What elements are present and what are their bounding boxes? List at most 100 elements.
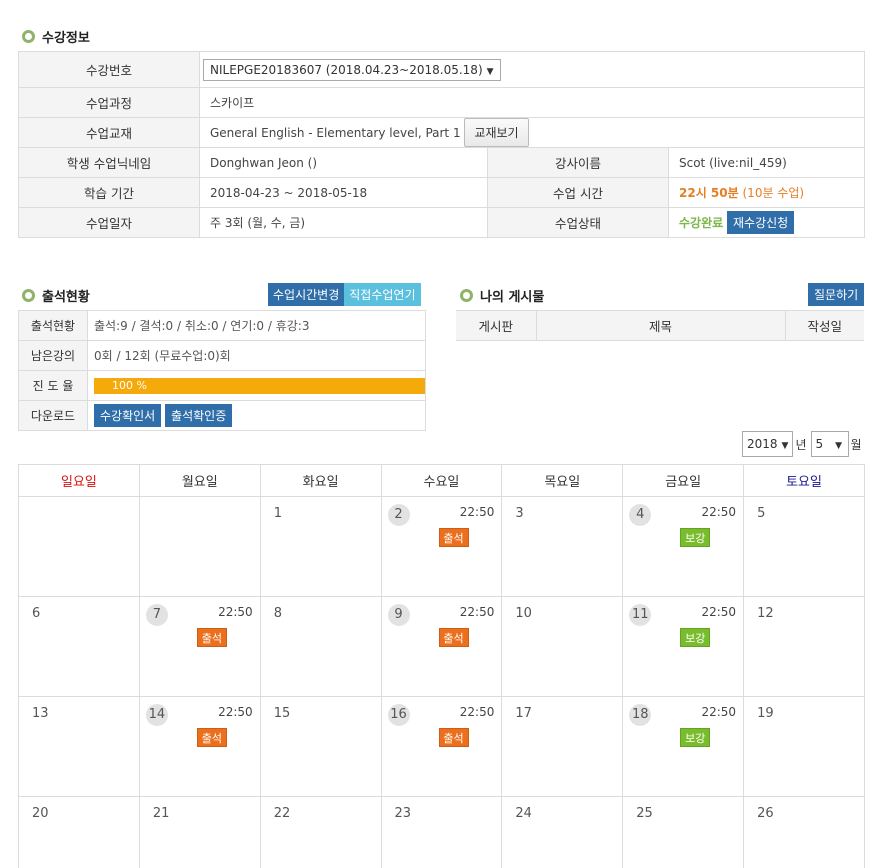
enrollment-cert-button[interactable]: 수강확인서 [94,404,162,427]
enroll-info-table: 수강번호 NILEPGE20183607 (2018.04.23~2018.05… [18,51,865,238]
makeup-badge[interactable]: 보강 [680,628,711,647]
calendar-day-cell[interactable]: 22 [259,796,382,868]
posts-section-title: 나의 게시물 [460,286,544,305]
lesson-time: 22:50 [459,605,495,619]
calendar-day-cell[interactable] [138,496,261,597]
attended-badge[interactable]: 출석 [196,628,227,647]
posts-col-board: 게시판 [456,310,536,341]
bullet-icon [22,30,35,43]
status-label: 수업상태 [487,207,669,238]
attended-badge[interactable]: 출석 [438,528,469,547]
day-number: 4 [629,504,652,526]
calendar-day-cell[interactable]: 15 [259,696,382,797]
day-number: 16 [387,704,410,726]
chevron-down-icon: ▼ [781,441,789,451]
progress-label: 진 도 율 [18,370,88,401]
lesson-time: 22:50 [701,505,737,519]
calendar-day-cell[interactable]: 19 [743,696,865,797]
calendar-day-cell[interactable]: 23 [380,796,503,868]
month-select[interactable]: 5 ▼ [810,431,849,457]
weekday-tue: 화요일 [259,464,382,497]
day-number: 18 [629,704,652,726]
calendar-day-cell[interactable]: 24 [501,796,624,868]
day-number: 10 [515,606,532,621]
day-number: 23 [394,806,412,821]
day-number: 9 [387,604,410,626]
calendar-day-cell[interactable] [18,496,140,597]
calendar-day-cell[interactable]: 11 22:50 보강 [622,596,745,697]
reenroll-button[interactable]: 재수강신청 [727,211,795,234]
days-label: 수업일자 [18,207,200,238]
attendance-section-title: 출석현황 [22,286,90,305]
attendance-cert-button[interactable]: 출석확인증 [165,404,233,427]
attended-badge[interactable]: 출석 [438,728,469,747]
calendar-day-cell[interactable]: 20 [18,796,140,868]
day-number: 6 [32,606,41,621]
calendar-table: 일요일 월요일 화요일 수요일 목요일 금요일 토요일 1 2 22:50 출석 3 4 2… [18,464,865,868]
day-number: 11 [629,604,652,626]
calendar-day-cell[interactable]: 17 [501,696,624,797]
attendance-status-value: 출석:9 / 결석:0 / 취소:0 / 연기:0 / 휴강:3 [87,310,426,341]
course-label: 수업과정 [18,87,200,118]
teacher-label: 강사이름 [487,147,669,178]
calendar-day-cell[interactable]: 14 22:50 출석 [138,696,261,797]
day-number: 26 [757,806,774,821]
weekday-fri: 금요일 [622,464,745,497]
calendar-day-cell[interactable]: 26 [743,796,865,868]
attended-badge[interactable]: 출석 [438,628,469,647]
calendar-day-cell[interactable]: 18 22:50 보강 [622,696,745,797]
weekday-thu: 목요일 [501,464,624,497]
remaining-value: 0회 / 12회 (무료수업:0)회 [87,340,426,371]
calendar-day-cell[interactable]: 7 22:50 출석 [138,596,261,697]
bullet-icon [22,289,35,302]
day-number: 14 [145,704,168,726]
lesson-time: 22:50 [218,605,253,619]
calendar-day-cell[interactable]: 4 22:50 보강 [622,496,745,597]
ask-question-button[interactable]: 질문하기 [808,283,865,306]
makeup-badge[interactable]: 보강 [680,528,711,547]
calendar-day-cell[interactable]: 9 22:50 출석 [380,596,503,697]
postpone-button[interactable]: 직접수업연기 [344,283,421,306]
course-select[interactable]: NILEPGE20183607 (2018.04.23~2018.05.18) ▼ [203,58,501,81]
calendar-day-cell[interactable]: 5 [743,496,865,597]
calendar-day-cell[interactable]: 13 [18,696,140,797]
change-time-button[interactable]: 수업시간변경 [268,283,345,306]
day-number: 12 [757,606,774,621]
day-number: 19 [757,706,774,721]
posts-table: 게시판 제목 작성일 [456,310,864,341]
month-suffix: 월 [850,437,862,452]
calendar-week: 6 7 22:50 출석 8 9 22:50 출석 10 11 22:50 보강 12 [18,596,865,697]
calendar-day-cell[interactable]: 10 [501,596,624,697]
day-number: 8 [273,606,282,621]
calendar-day-cell[interactable]: 6 [18,596,140,697]
time-label: 수업 시간 [487,177,669,208]
calendar-day-cell[interactable]: 25 [622,796,745,868]
period-label: 학습 기간 [18,177,200,208]
period-value: 2018-04-23 ~ 2018-05-18 [199,177,488,208]
calendar-day-cell[interactable]: 2 22:50 출석 [380,496,503,597]
day-number: 22 [273,806,291,821]
weekday-sun: 일요일 [18,464,140,497]
makeup-badge[interactable]: 보강 [680,728,711,747]
day-number: 24 [515,806,532,821]
calendar-day-cell[interactable]: 3 [501,496,624,597]
calendar-day-cell[interactable]: 8 [259,596,382,697]
view-material-button[interactable]: 교재보기 [464,118,529,147]
calendar-day-cell[interactable]: 16 22:50 출석 [380,696,503,797]
year-select[interactable]: 2018 ▼ [742,431,794,457]
material-label: 수업교재 [18,117,200,148]
weekday-mon: 월요일 [138,464,261,497]
calendar-day-cell[interactable]: 12 [743,596,865,697]
attended-badge[interactable]: 출석 [196,728,227,747]
day-number: 7 [145,604,168,626]
chevron-down-icon: ▼ [486,66,494,77]
lesson-time: 22:50 [218,705,253,719]
calendar-day-cell[interactable]: 21 [138,796,261,868]
posts-col-date: 작성일 [784,310,864,341]
year-select-value: 2018 [747,437,778,451]
lesson-time: 22:50 [701,605,737,619]
weekday-wed: 수요일 [380,464,503,497]
enroll-title-text: 수강정보 [42,31,90,46]
remaining-label: 남은강의 [18,340,88,371]
calendar-day-cell[interactable]: 1 [259,496,382,597]
